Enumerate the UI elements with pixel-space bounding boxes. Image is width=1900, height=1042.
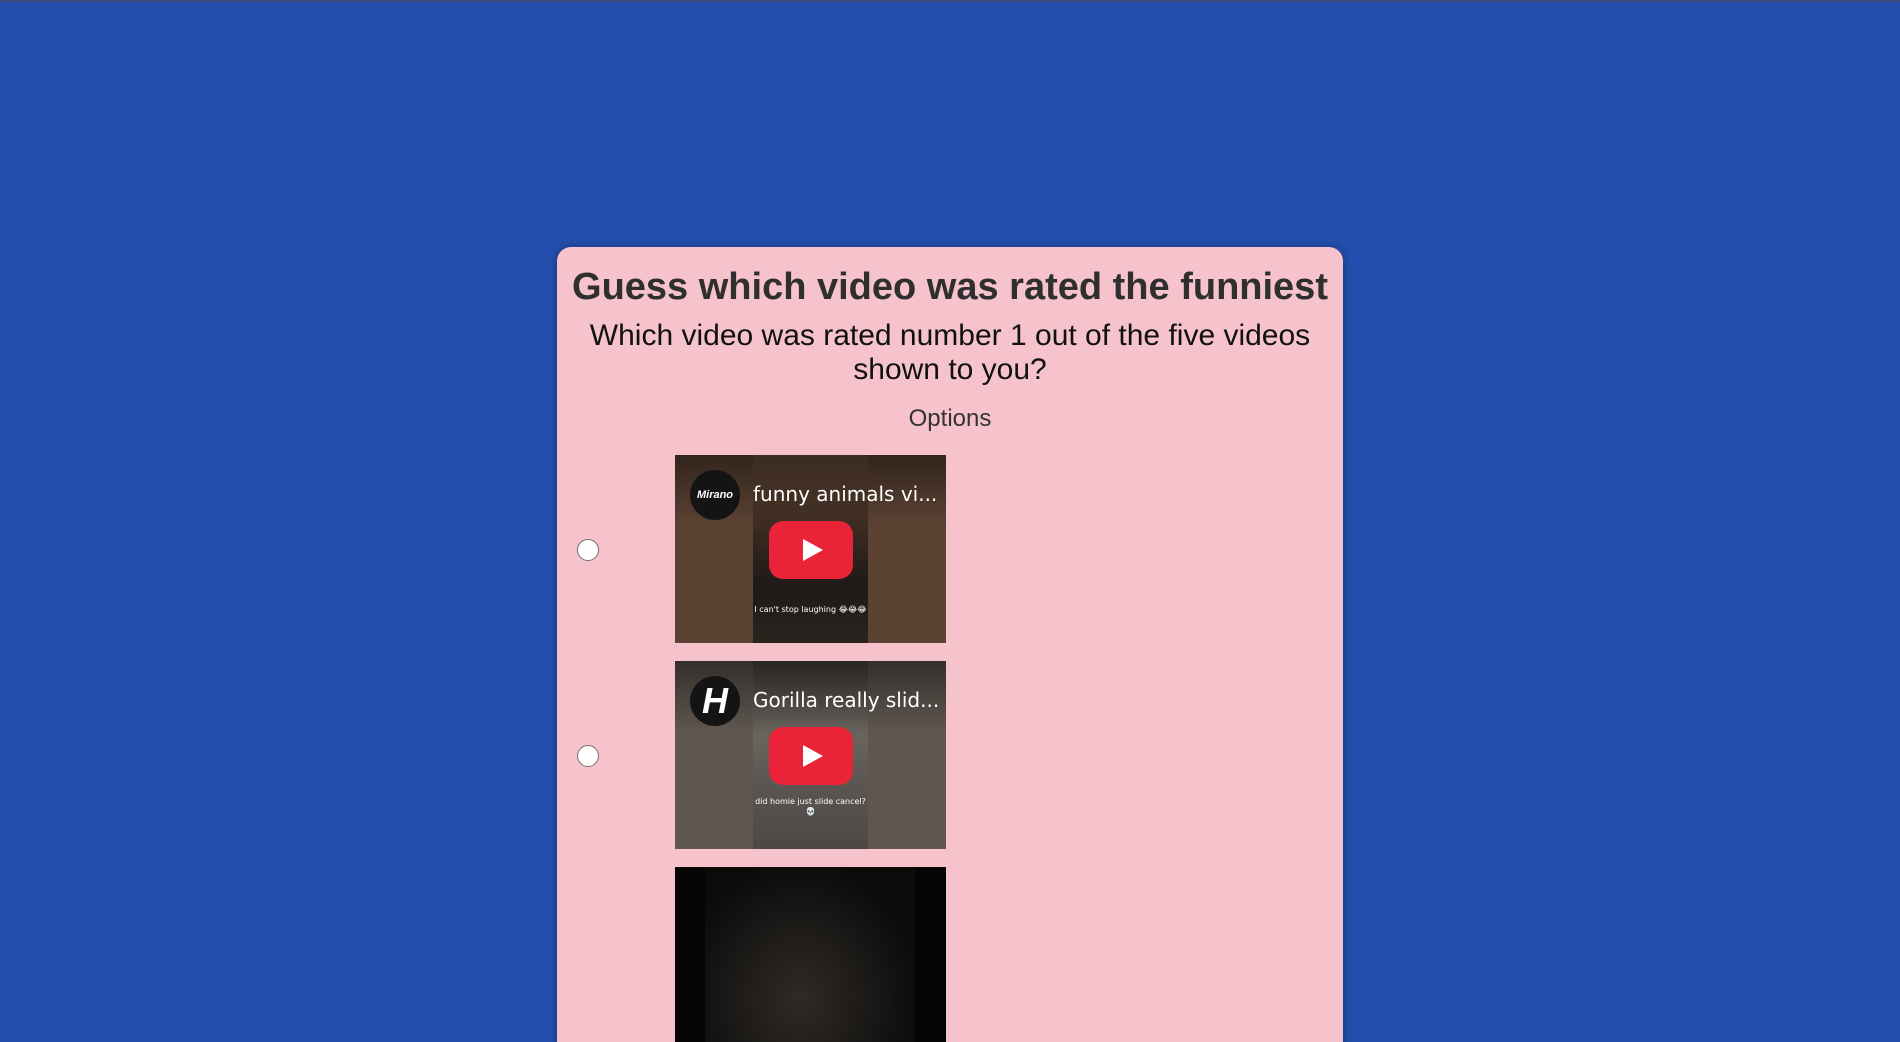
- option-2-radio[interactable]: [577, 745, 599, 767]
- youtube-play-icon[interactable]: [769, 727, 853, 785]
- option-1: Mirano funny animals vi... I can't stop …: [557, 455, 1343, 643]
- option-3-video[interactable]: [675, 867, 946, 1042]
- question-text: Which video was rated number 1 out of th…: [589, 318, 1311, 386]
- channel-avatar[interactable]: H: [690, 676, 740, 726]
- video-title[interactable]: funny animals vi...: [753, 482, 937, 506]
- option-3: [557, 867, 1343, 1042]
- video-caption: did homie just slide cancel? 💀: [755, 797, 866, 816]
- video-caption: I can't stop laughing 😂😂😂: [754, 605, 867, 614]
- option-2: H Gorilla really slid... did homie just …: [557, 661, 1343, 849]
- option-1-radio[interactable]: [577, 539, 599, 561]
- option-2-video[interactable]: H Gorilla really slid... did homie just …: [675, 661, 946, 849]
- option-1-video[interactable]: Mirano funny animals vi... I can't stop …: [675, 455, 946, 643]
- options-label: Options: [908, 404, 992, 432]
- quiz-card: Guess which video was rated the funniest…: [557, 247, 1343, 1042]
- video-title[interactable]: Gorilla really slid...: [753, 688, 939, 712]
- page-title: Guess which video was rated the funniest: [572, 266, 1328, 308]
- youtube-play-icon[interactable]: [769, 521, 853, 579]
- channel-avatar[interactable]: Mirano: [690, 470, 740, 520]
- window-top-border: [0, 0, 1900, 2]
- video-thumbnail-frame: [705, 867, 915, 1042]
